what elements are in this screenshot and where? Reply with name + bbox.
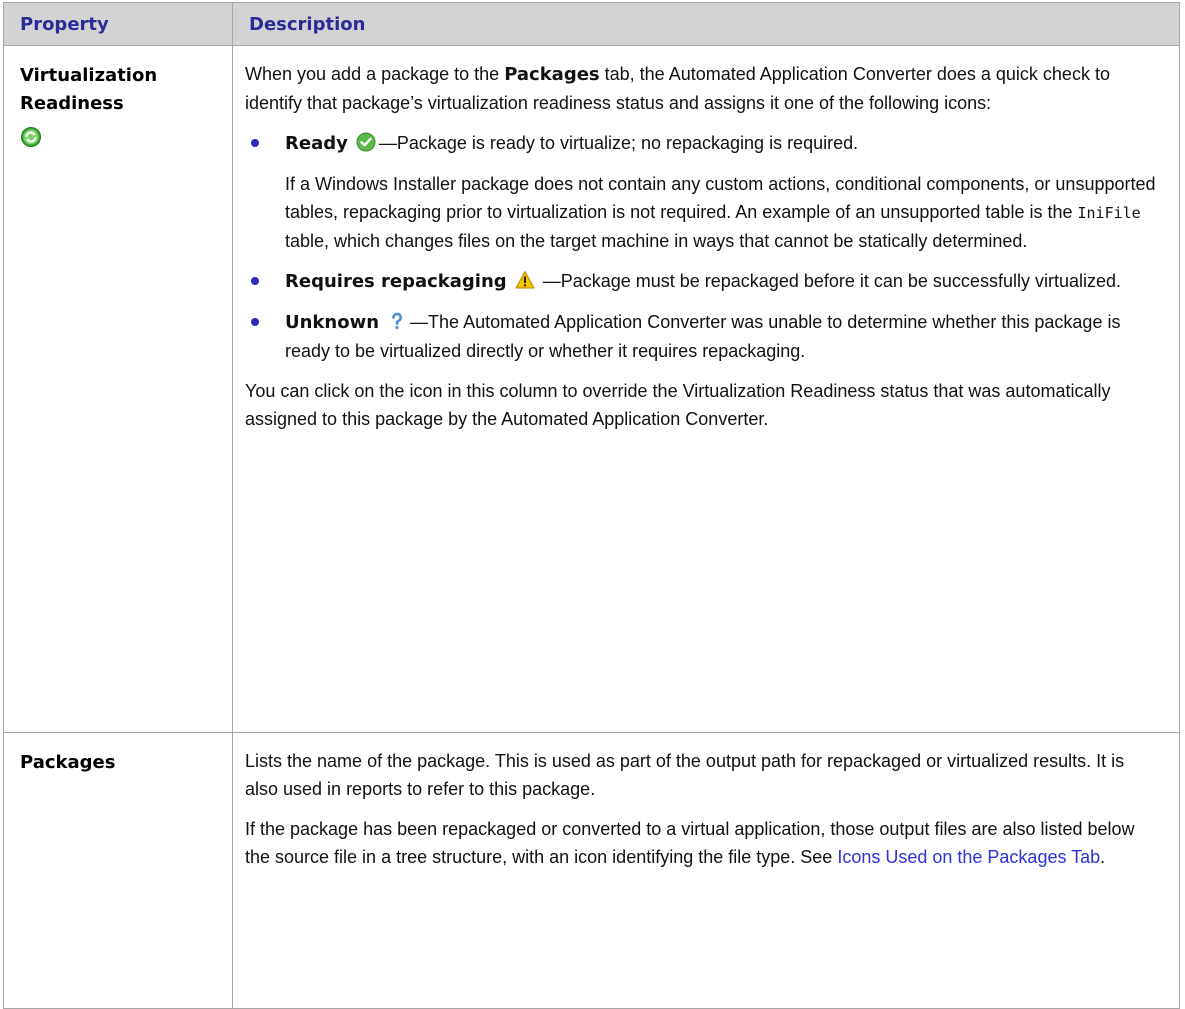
packages-paragraph-1: Lists the name of the package. This is u… — [245, 751, 1125, 799]
bullet-icon — [251, 277, 259, 285]
property-cell: Virtualization Readiness — [3, 45, 233, 733]
status-label: Ready — [285, 133, 348, 154]
question-icon — [392, 312, 403, 330]
outro-paragraph: You can click on the icon in this column… — [245, 381, 1111, 429]
bullet-icon — [251, 318, 259, 326]
packages-paragraph-2: If the package has been repackaged or co… — [245, 819, 1135, 867]
table-row: Packages Lists the name of the package. … — [3, 732, 1180, 1009]
icons-packages-tab-link[interactable]: Icons Used on the Packages Tab — [837, 847, 1100, 867]
ready-note: If a Windows Installer package does not … — [285, 174, 1156, 251]
list-item: Requires repackaging —Package must be re… — [245, 267, 1157, 296]
intro-paragraph: When you add a package to the Packages t… — [245, 64, 1110, 113]
warning-icon — [515, 271, 535, 289]
bullet-icon — [251, 139, 259, 147]
table-row: Virtualization Readiness When you add a … — [3, 45, 1180, 733]
status-label: Requires repackaging — [285, 271, 507, 292]
list-item: Unknown —The Automated Application Conve… — [245, 308, 1157, 365]
packages-tab-term: Packages — [504, 64, 600, 85]
inifile-code: IniFile — [1077, 204, 1141, 222]
description-cell: Lists the name of the package. This is u… — [232, 732, 1180, 1009]
list-item: Ready —Package is ready to virtualize; n… — [245, 129, 1157, 255]
header-property: Property — [3, 2, 233, 46]
status-label: Unknown — [285, 312, 380, 333]
header-description: Description — [232, 2, 1180, 46]
table-header-row: Property Description — [3, 2, 1180, 46]
green-check-icon — [356, 132, 376, 152]
property-cell: Packages — [3, 732, 233, 1009]
description-cell: When you add a package to the Packages t… — [232, 45, 1180, 733]
property-name: Packages — [20, 752, 116, 773]
properties-table: Property Description Virtualization Read… — [3, 2, 1180, 1009]
green-refresh-icon — [21, 127, 41, 147]
property-name: Virtualization Readiness — [20, 65, 158, 114]
status-list: Ready —Package is ready to virtualize; n… — [245, 129, 1157, 365]
